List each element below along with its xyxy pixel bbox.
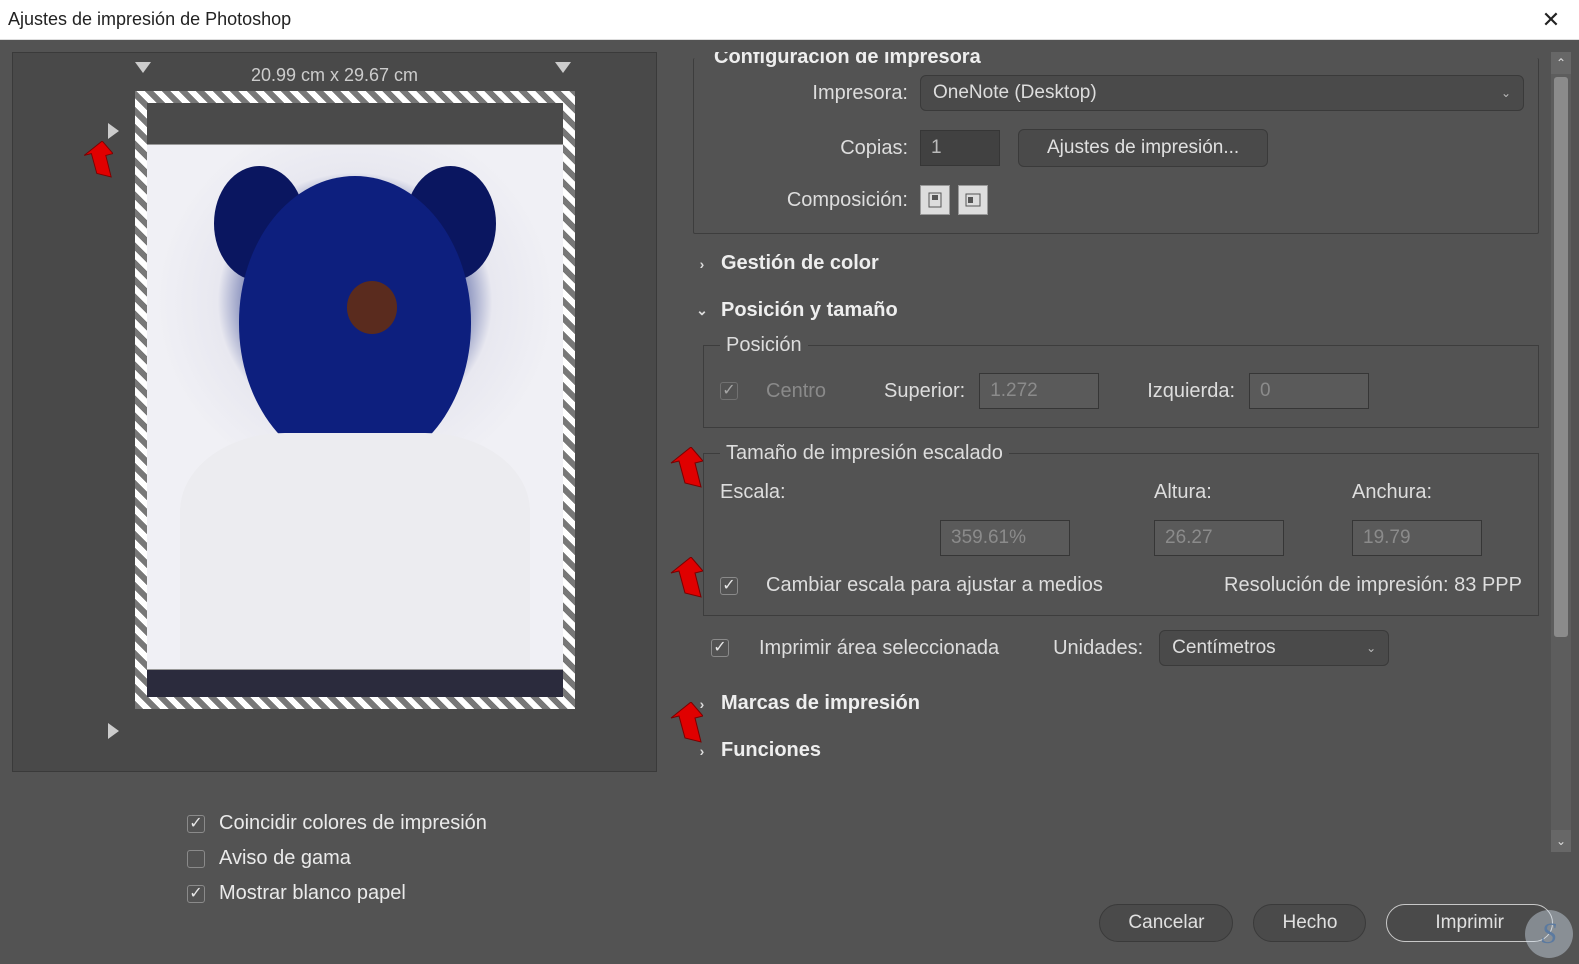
height-label: Altura: bbox=[1154, 481, 1324, 504]
scaled-print-size-group: Tamaño de impresión escalado Escala: 359… bbox=[703, 442, 1539, 616]
copies-input[interactable]: 1 bbox=[920, 130, 1000, 166]
margin-handle-top-left[interactable] bbox=[135, 62, 151, 73]
color-management-section[interactable]: › Gestión de color bbox=[669, 240, 1547, 287]
annotation-arrow-icon bbox=[669, 447, 703, 497]
preview-panel: 20.99 cm x 29.67 cm bbox=[12, 52, 657, 952]
printer-setup-legend: Configuración de impresora bbox=[708, 52, 987, 69]
annotation-arrow-icon bbox=[669, 702, 703, 752]
close-icon[interactable]: ✕ bbox=[1531, 7, 1571, 33]
print-selected-area-label: Imprimir área seleccionada bbox=[759, 637, 999, 660]
printer-select[interactable]: OneNote (Desktop) ⌄ bbox=[920, 75, 1524, 111]
window-title: Ajustes de impresión de Photoshop bbox=[8, 9, 291, 30]
position-size-section[interactable]: ⌄ Posición y tamaño bbox=[669, 287, 1547, 334]
margin-handle-left-top[interactable] bbox=[108, 123, 119, 139]
done-button[interactable]: Hecho bbox=[1253, 904, 1366, 942]
print-preview-area: 20.99 cm x 29.67 cm bbox=[12, 52, 657, 772]
scale-label: Escala: bbox=[720, 481, 1126, 504]
top-label: Superior: bbox=[884, 380, 965, 403]
width-input: 19.79 bbox=[1352, 520, 1482, 556]
position-size-content: Posición Centro Superior: 1.272 Izquierd… bbox=[703, 334, 1539, 666]
position-group: Posición Centro Superior: 1.272 Izquierd… bbox=[703, 334, 1539, 428]
dialog-body: 20.99 cm x 29.67 cm bbox=[0, 40, 1579, 964]
margin-handle-top-right[interactable] bbox=[555, 62, 571, 73]
print-selected-area-checkbox[interactable] bbox=[711, 639, 729, 657]
center-checkbox[interactable] bbox=[720, 382, 738, 400]
position-legend: Posición bbox=[720, 334, 808, 357]
printer-setup-group: Configuración de impresora Impresora: On… bbox=[693, 52, 1539, 234]
functions-section[interactable]: › Funciones bbox=[669, 727, 1547, 774]
settings-scroll-area: Configuración de impresora Impresora: On… bbox=[669, 52, 1571, 852]
top-input: 1.272 bbox=[979, 373, 1099, 409]
scrollbar-thumb[interactable] bbox=[1554, 77, 1568, 637]
center-label: Centro bbox=[766, 380, 826, 403]
units-select[interactable]: Centímetros ⌄ bbox=[1159, 630, 1389, 666]
print-marks-section[interactable]: › Marcas de impresión bbox=[669, 680, 1547, 727]
print-resolution-label: Resolución de impresión: 83 PPP bbox=[1224, 574, 1522, 597]
cancel-button[interactable]: Cancelar bbox=[1099, 904, 1233, 942]
layout-landscape-icon[interactable] bbox=[958, 185, 988, 215]
dialog-footer: Cancelar Hecho Imprimir bbox=[1099, 904, 1553, 942]
annotation-arrow-icon bbox=[669, 557, 703, 607]
chevron-down-icon: ⌄ bbox=[1366, 641, 1376, 655]
height-input: 26.27 bbox=[1154, 520, 1284, 556]
match-print-colors-label: Coincidir colores de impresión bbox=[219, 812, 487, 835]
chevron-down-icon: ⌄ bbox=[691, 302, 713, 319]
left-label: Izquierda: bbox=[1147, 380, 1235, 403]
units-label: Unidades: bbox=[1053, 637, 1143, 660]
layout-portrait-icon[interactable] bbox=[920, 185, 950, 215]
paper-preview[interactable] bbox=[135, 91, 575, 709]
show-paper-white-label: Mostrar blanco papel bbox=[219, 882, 406, 905]
gamut-warning-checkbox[interactable] bbox=[187, 850, 205, 868]
scale-to-fit-checkbox[interactable] bbox=[720, 577, 738, 595]
show-paper-white-checkbox[interactable] bbox=[187, 885, 205, 903]
left-input: 0 bbox=[1249, 373, 1369, 409]
chevron-right-icon: › bbox=[691, 256, 713, 272]
printer-value: OneNote (Desktop) bbox=[933, 82, 1097, 104]
settings-scrollbar[interactable]: ⌃ ⌄ bbox=[1551, 52, 1571, 852]
preview-image bbox=[147, 145, 563, 669]
width-label: Anchura: bbox=[1352, 481, 1522, 504]
copies-label: Copias: bbox=[708, 137, 908, 160]
print-settings-button[interactable]: Ajustes de impresión... bbox=[1018, 129, 1268, 167]
chevron-down-icon: ⌄ bbox=[1501, 86, 1511, 100]
composition-label: Composición: bbox=[708, 189, 908, 212]
preview-options: Coincidir colores de impresión Aviso de … bbox=[187, 812, 657, 905]
annotation-arrow-icon bbox=[77, 141, 113, 185]
scale-to-fit-label: Cambiar escala para ajustar a medios bbox=[766, 574, 1103, 597]
printer-label: Impresora: bbox=[708, 82, 908, 105]
margin-handle-left-bottom[interactable] bbox=[108, 723, 119, 739]
scroll-up-icon[interactable]: ⌃ bbox=[1551, 52, 1571, 74]
title-bar: Ajustes de impresión de Photoshop ✕ bbox=[0, 0, 1579, 40]
settings-panel: Configuración de impresora Impresora: On… bbox=[669, 52, 1571, 952]
scroll-down-icon[interactable]: ⌄ bbox=[1551, 830, 1571, 852]
match-print-colors-checkbox[interactable] bbox=[187, 815, 205, 833]
watermark-icon: S bbox=[1525, 910, 1573, 958]
scaled-legend: Tamaño de impresión escalado bbox=[720, 442, 1009, 465]
gamut-warning-label: Aviso de gama bbox=[219, 847, 351, 870]
scale-input: 359.61% bbox=[940, 520, 1070, 556]
